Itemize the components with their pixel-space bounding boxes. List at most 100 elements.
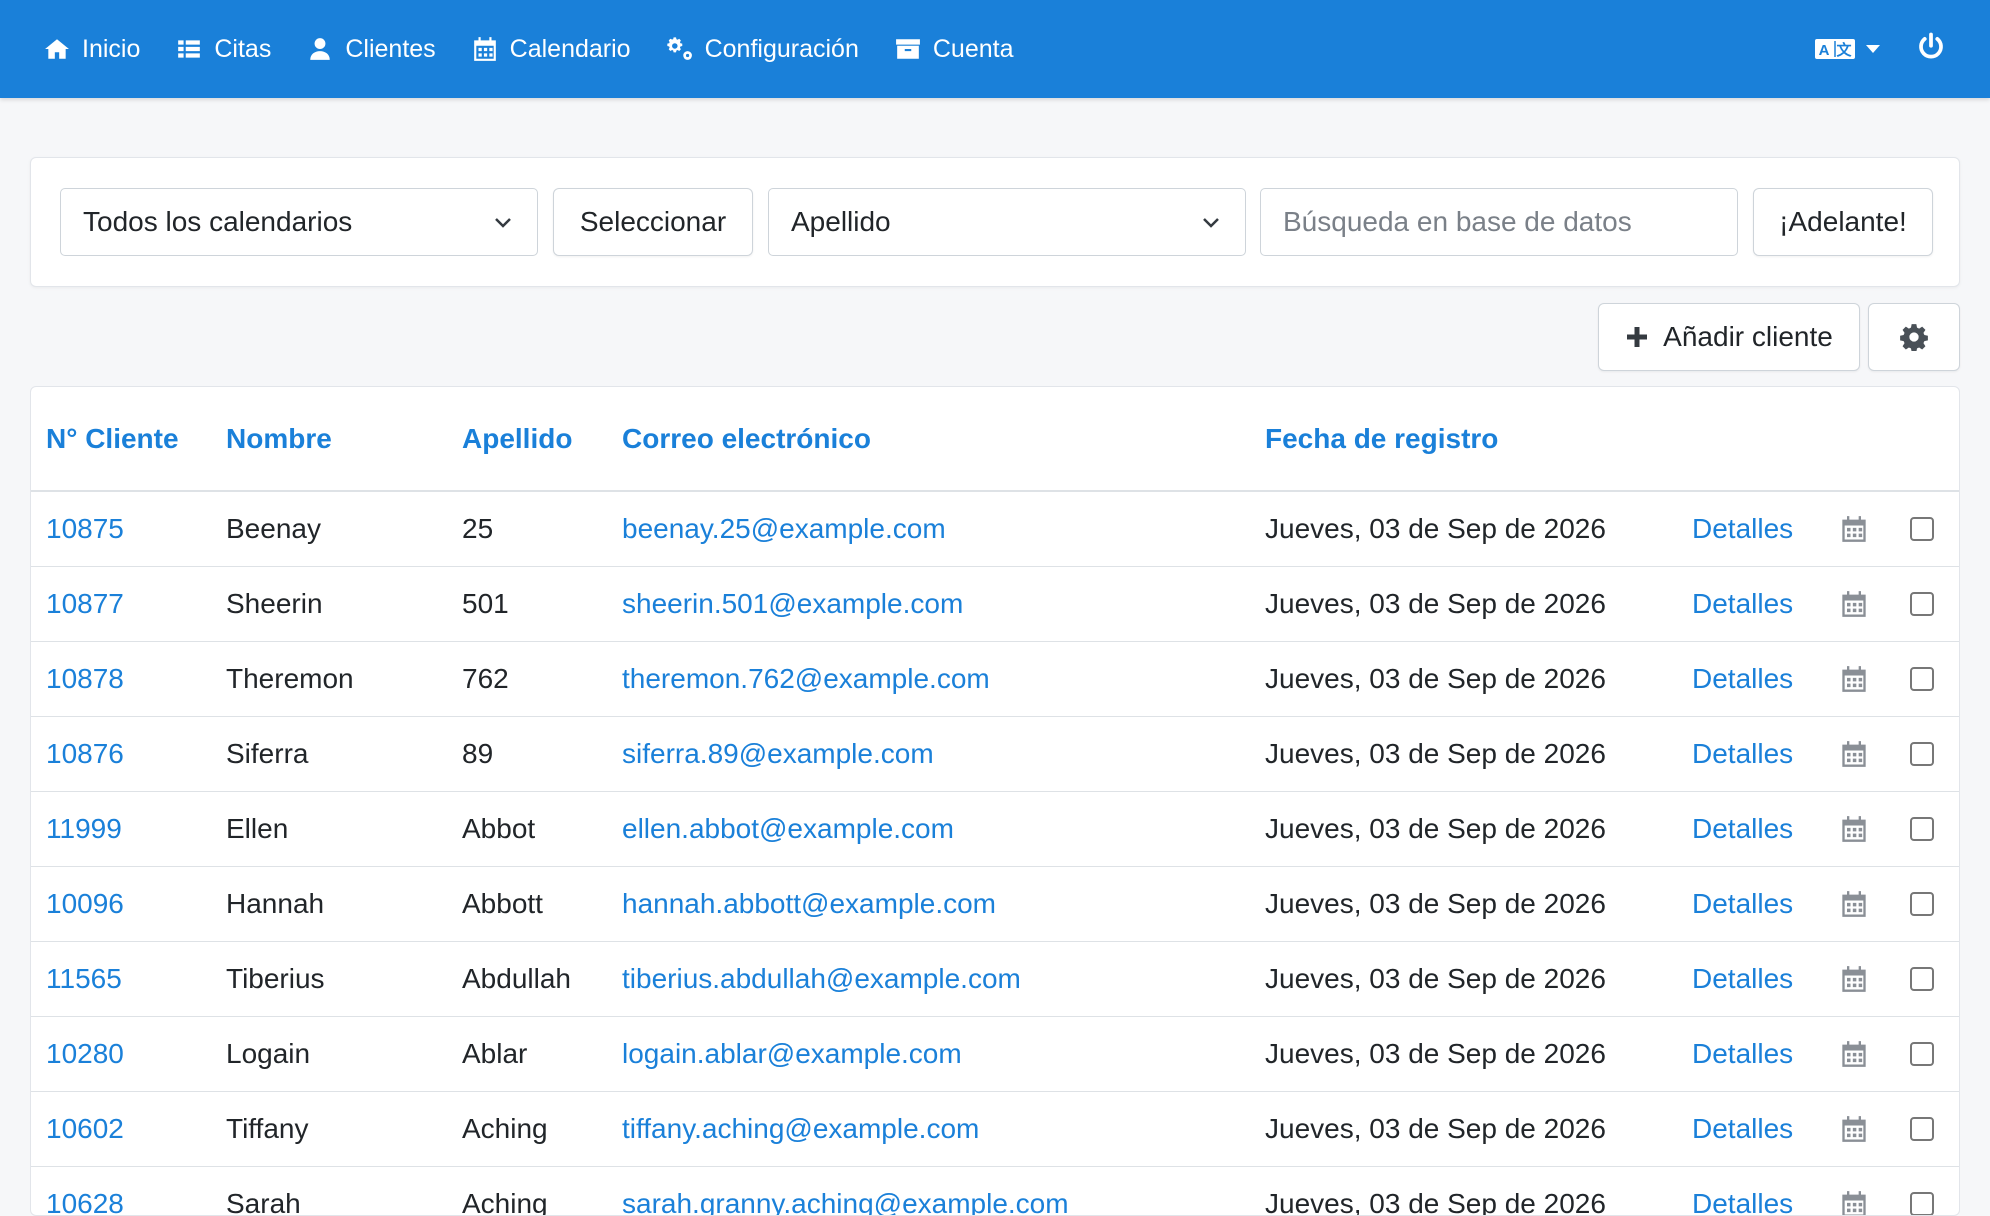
details-link[interactable]: Detalles [1692, 888, 1793, 919]
registered-cell: Jueves, 03 de Sep de 2026 [1250, 566, 1677, 641]
row-checkbox[interactable] [1910, 1042, 1934, 1066]
table-row: 10096 Hannah Abbott hannah.abbott@exampl… [31, 866, 1960, 941]
nav-configuracion-label: Configuración [705, 35, 859, 64]
client-id-link[interactable]: 11565 [46, 963, 122, 994]
appointments-button[interactable] [1825, 491, 1895, 566]
appointments-button[interactable] [1825, 866, 1895, 941]
row-checkbox[interactable] [1910, 892, 1934, 916]
plus-icon [1625, 325, 1649, 349]
appointments-button[interactable] [1825, 1166, 1895, 1216]
table-row: 10280 Logain Ablar logain.ablar@example.… [31, 1016, 1960, 1091]
field-select[interactable]: Apellido [768, 188, 1246, 256]
client-id-link[interactable]: 10096 [46, 888, 124, 919]
client-id-link[interactable]: 10876 [46, 738, 124, 769]
select-button[interactable]: Seleccionar [553, 188, 753, 256]
nav-clientes-label: Clientes [345, 35, 435, 64]
row-checkbox[interactable] [1910, 1117, 1934, 1141]
header-calendar-col [1825, 387, 1895, 491]
client-id-link[interactable]: 10877 [46, 588, 124, 619]
registered-cell: Jueves, 03 de Sep de 2026 [1250, 716, 1677, 791]
email-link[interactable]: logain.ablar@example.com [622, 1038, 962, 1069]
home-icon [44, 36, 70, 62]
details-link[interactable]: Detalles [1692, 738, 1793, 769]
header-registered[interactable]: Fecha de registro [1250, 387, 1677, 491]
email-link[interactable]: siferra.89@example.com [622, 738, 934, 769]
user-icon [307, 36, 333, 62]
details-link[interactable]: Detalles [1692, 1113, 1793, 1144]
add-client-button[interactable]: Añadir cliente [1598, 303, 1860, 371]
header-email[interactable]: Correo electrónico [607, 387, 1250, 491]
details-link[interactable]: Detalles [1692, 588, 1793, 619]
email-link[interactable]: sheerin.501@example.com [622, 588, 963, 619]
header-last-name[interactable]: Apellido [447, 387, 607, 491]
email-link[interactable]: theremon.762@example.com [622, 663, 990, 694]
calendar-select[interactable]: Todos los calendarios [60, 188, 538, 256]
email-link[interactable]: beenay.25@example.com [622, 513, 946, 544]
table-body: 10875 Beenay 25 beenay.25@example.com Ju… [31, 491, 1960, 1216]
nav-citas[interactable]: Citas [176, 35, 271, 64]
go-button[interactable]: ¡Adelante! [1753, 188, 1933, 256]
appointments-button[interactable] [1825, 641, 1895, 716]
first-name-cell: Beenay [211, 491, 447, 566]
details-link[interactable]: Detalles [1692, 813, 1793, 844]
calendar-icon [1840, 665, 1868, 693]
appointments-button[interactable] [1825, 566, 1895, 641]
filter-panel: Todos los calendarios Seleccionar Apelli… [30, 157, 1960, 287]
header-details-col [1677, 387, 1825, 491]
table-row: 10878 Theremon 762 theremon.762@example.… [31, 641, 1960, 716]
email-link[interactable]: sarah.granny.aching@example.com [622, 1188, 1069, 1216]
calendar-icon [1840, 890, 1868, 918]
last-name-cell: 762 [447, 641, 607, 716]
client-id-link[interactable]: 10878 [46, 663, 124, 694]
nav-cuenta[interactable]: Cuenta [895, 35, 1014, 64]
details-link[interactable]: Detalles [1692, 513, 1793, 544]
search-input[interactable]: Búsqueda en base de datos [1260, 188, 1738, 256]
appointments-button[interactable] [1825, 1091, 1895, 1166]
row-checkbox[interactable] [1910, 967, 1934, 991]
email-link[interactable]: ellen.abbot@example.com [622, 813, 954, 844]
last-name-cell: Ablar [447, 1016, 607, 1091]
details-link[interactable]: Detalles [1692, 1038, 1793, 1069]
nav-inicio[interactable]: Inicio [44, 35, 140, 64]
row-checkbox[interactable] [1910, 817, 1934, 841]
first-name-cell: Ellen [211, 791, 447, 866]
client-id-link[interactable]: 10875 [46, 513, 124, 544]
appointments-button[interactable] [1825, 791, 1895, 866]
nav-inicio-label: Inicio [82, 35, 140, 64]
client-id-link[interactable]: 10280 [46, 1038, 124, 1069]
last-name-cell: 25 [447, 491, 607, 566]
details-link[interactable]: Detalles [1692, 663, 1793, 694]
add-client-label: Añadir cliente [1663, 321, 1833, 353]
row-checkbox[interactable] [1910, 667, 1934, 691]
header-first-name[interactable]: Nombre [211, 387, 447, 491]
row-checkbox[interactable] [1910, 517, 1934, 541]
email-link[interactable]: tiberius.abdullah@example.com [622, 963, 1021, 994]
svg-text:文: 文 [1836, 41, 1852, 59]
details-link[interactable]: Detalles [1692, 963, 1793, 994]
table-row: 10875 Beenay 25 beenay.25@example.com Ju… [31, 491, 1960, 566]
last-name-cell: Abbott [447, 866, 607, 941]
client-id-link[interactable]: 11999 [46, 813, 122, 844]
row-checkbox[interactable] [1910, 742, 1934, 766]
row-checkbox[interactable] [1910, 592, 1934, 616]
email-link[interactable]: tiffany.aching@example.com [622, 1113, 979, 1144]
table-row: 11999 Ellen Abbot ellen.abbot@example.co… [31, 791, 1960, 866]
nav-calendario[interactable]: Calendario [472, 35, 631, 64]
table-settings-button[interactable] [1868, 303, 1960, 371]
appointments-button[interactable] [1825, 1016, 1895, 1091]
registered-cell: Jueves, 03 de Sep de 2026 [1250, 491, 1677, 566]
appointments-button[interactable] [1825, 716, 1895, 791]
details-link[interactable]: Detalles [1692, 1188, 1793, 1216]
email-link[interactable]: hannah.abbott@example.com [622, 888, 996, 919]
logout-button[interactable] [1916, 32, 1946, 67]
header-client-id[interactable]: N° Cliente [31, 387, 211, 491]
first-name-cell: Hannah [211, 866, 447, 941]
language-selector[interactable]: A 文 [1814, 36, 1880, 62]
row-checkbox[interactable] [1910, 1192, 1934, 1216]
nav-configuracion[interactable]: Configuración [667, 35, 859, 64]
nav-clientes[interactable]: Clientes [307, 35, 435, 64]
client-id-link[interactable]: 10628 [46, 1188, 124, 1216]
appointments-button[interactable] [1825, 941, 1895, 1016]
first-name-cell: Tiberius [211, 941, 447, 1016]
client-id-link[interactable]: 10602 [46, 1113, 124, 1144]
